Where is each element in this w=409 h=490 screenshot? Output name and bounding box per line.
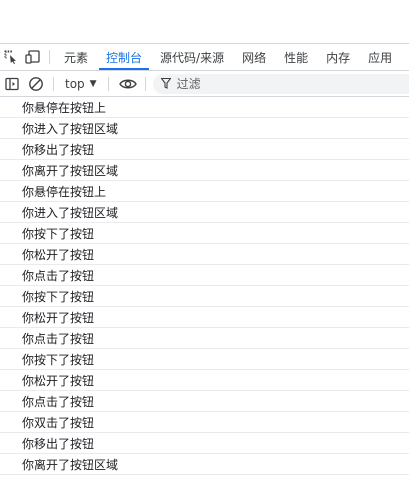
console-message: 你按下了按钮 (0, 223, 409, 244)
console-message: 你悬停在按钮上 (0, 97, 409, 118)
clear-console-icon[interactable] (24, 72, 48, 96)
toolbar-separator (53, 76, 54, 91)
tab-label: 网络 (242, 50, 267, 65)
sidebar-toggle-icon[interactable] (0, 72, 24, 96)
console-message: 你离开了按钮区域 (0, 160, 409, 181)
page-blank-area (0, 0, 409, 43)
tab-label: 源代码/来源 (160, 50, 225, 65)
console-toolbar: top ▼ 过滤 (0, 71, 409, 97)
context-selector[interactable]: top ▼ (59, 73, 103, 95)
console-message: 你进入了按钮区域 (0, 118, 409, 139)
live-expression-eye-icon[interactable] (114, 72, 142, 96)
tab-performance[interactable]: 性能 (275, 44, 317, 70)
devtools-tabbar: 元素 控制台 源代码/来源 网络 性能 内存 应用 (0, 43, 409, 71)
tab-sources[interactable]: 源代码/来源 (151, 44, 233, 70)
console-message: 你松开了按钮 (0, 307, 409, 328)
toolbar-separator (144, 76, 146, 91)
context-value: top (65, 76, 85, 91)
inspect-element-icon[interactable] (0, 44, 22, 70)
console-message: 你按下了按钮 (0, 349, 409, 370)
console-message: 你移出了按钮 (0, 433, 409, 454)
console-message: 你移出了按钮 (0, 139, 409, 160)
tab-label: 应用 (368, 50, 393, 65)
tab-console[interactable]: 控制台 (97, 44, 151, 70)
filter-input[interactable]: 过滤 (152, 73, 409, 94)
tab-application[interactable]: 应用 (359, 44, 401, 70)
tab-memory[interactable]: 内存 (317, 44, 359, 70)
console-message: 你离开了按钮区域 (0, 454, 409, 475)
console-message-list: 你悬停在按钮上 你进入了按钮区域 你移出了按钮 你离开了按钮区域 你悬停在按钮上 你进入了… (0, 97, 409, 475)
console-message: 你点击了按钮 (0, 328, 409, 349)
tab-list: 元素 控制台 源代码/来源 网络 性能 内存 应用 (55, 44, 401, 70)
tab-label: 元素 (64, 50, 89, 65)
tabbar-separator (49, 50, 50, 64)
console-message: 你点击了按钮 (0, 265, 409, 286)
device-toolbar-icon[interactable] (22, 44, 44, 70)
console-message: 你进入了按钮区域 (0, 202, 409, 223)
toolbar-separator (107, 76, 109, 91)
console-message: 你双击了按钮 (0, 412, 409, 433)
filter-placeholder: 过滤 (176, 77, 201, 91)
tab-label: 内存 (326, 50, 351, 65)
tab-label: 性能 (284, 50, 309, 65)
tab-elements[interactable]: 元素 (55, 44, 97, 70)
console-message: 你点击了按钮 (0, 391, 409, 412)
chevron-down-icon: ▼ (89, 78, 97, 89)
console-message: 你按下了按钮 (0, 286, 409, 307)
console-message: 你松开了按钮 (0, 370, 409, 391)
filter-icon (160, 78, 171, 89)
console-message: 你松开了按钮 (0, 244, 409, 265)
tab-label: 控制台 (106, 50, 143, 65)
tab-network[interactable]: 网络 (233, 44, 275, 70)
console-message: 你悬停在按钮上 (0, 181, 409, 202)
